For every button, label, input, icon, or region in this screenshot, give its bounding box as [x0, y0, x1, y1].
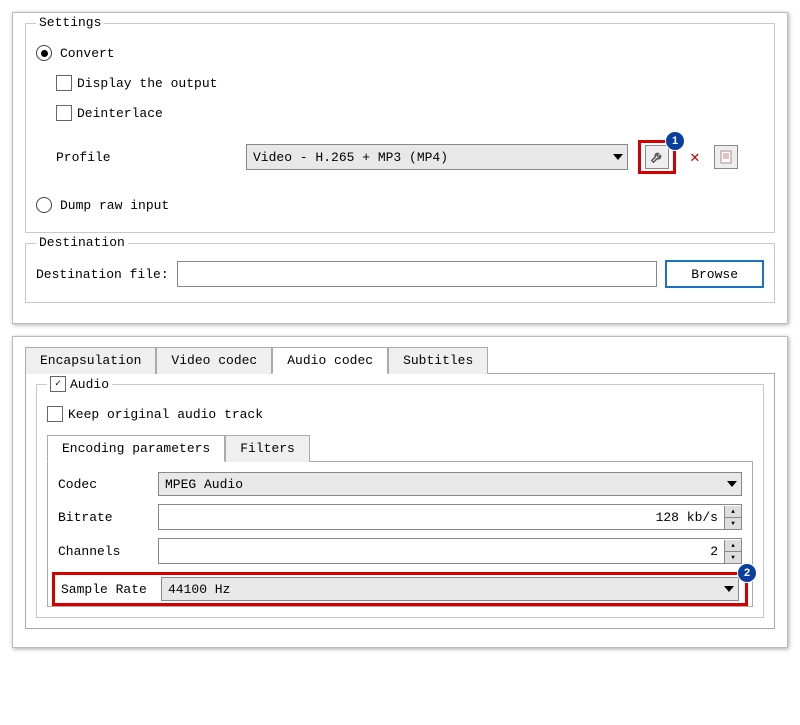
- keep-original-label: Keep original audio track: [68, 407, 263, 422]
- browse-button[interactable]: Browse: [665, 260, 764, 288]
- codec-label: Codec: [58, 477, 158, 492]
- settings-panel: Settings Convert Display the output Dein…: [12, 12, 788, 324]
- dump-raw-label: Dump raw input: [60, 198, 169, 213]
- channels-label: Channels: [58, 544, 158, 559]
- channels-input[interactable]: 2 ▲▼: [158, 538, 742, 564]
- tab-encapsulation[interactable]: Encapsulation: [25, 347, 156, 374]
- bitrate-up[interactable]: ▲: [725, 506, 741, 518]
- profile-select[interactable]: Video - H.265 + MP3 (MP4): [246, 144, 628, 170]
- bitrate-value: 128 kb/s: [165, 510, 724, 525]
- annotation-highlight-1: 1: [638, 140, 676, 174]
- audio-legend: ✓ Audio: [47, 376, 112, 392]
- wrench-button[interactable]: [645, 145, 669, 169]
- convert-label: Convert: [60, 46, 115, 61]
- subtab-filters[interactable]: Filters: [225, 435, 310, 462]
- annotation-highlight-2: 2 Sample Rate 44100 Hz: [52, 572, 748, 606]
- display-output-label: Display the output: [77, 76, 217, 91]
- new-profile-button[interactable]: [714, 145, 738, 169]
- keep-original-checkbox[interactable]: [47, 406, 63, 422]
- chevron-down-icon: [613, 154, 623, 160]
- chevron-down-icon: [727, 481, 737, 487]
- deinterlace-label: Deinterlace: [77, 106, 163, 121]
- samplerate-value: 44100 Hz: [168, 582, 230, 597]
- profile-label: Profile: [56, 150, 236, 165]
- channels-up[interactable]: ▲: [725, 540, 741, 552]
- profile-value: Video - H.265 + MP3 (MP4): [253, 150, 448, 165]
- encoding-parameters-pane: Codec MPEG Audio Bitrate 128 kb/s ▲▼ Cha…: [47, 462, 753, 607]
- codec-select[interactable]: MPEG Audio: [158, 472, 742, 496]
- convert-radio[interactable]: [36, 45, 52, 61]
- dump-raw-radio[interactable]: [36, 197, 52, 213]
- bitrate-down[interactable]: ▼: [725, 518, 741, 529]
- wrench-icon: [650, 150, 664, 164]
- tab-video-codec[interactable]: Video codec: [156, 347, 272, 374]
- samplerate-label: Sample Rate: [61, 582, 161, 597]
- annotation-badge-1: 1: [665, 131, 685, 151]
- annotation-badge-2: 2: [737, 563, 757, 583]
- document-icon: [720, 150, 732, 164]
- codec-value: MPEG Audio: [165, 477, 243, 492]
- audio-codec-pane: ✓ Audio Keep original audio track Encodi…: [25, 374, 775, 629]
- chevron-down-icon: [724, 586, 734, 592]
- destination-file-label: Destination file:: [36, 267, 169, 282]
- subtab-encoding[interactable]: Encoding parameters: [47, 435, 225, 462]
- audio-checkbox[interactable]: ✓: [50, 376, 66, 392]
- tab-audio-codec[interactable]: Audio codec: [272, 347, 388, 374]
- channels-down[interactable]: ▼: [725, 552, 741, 563]
- bitrate-label: Bitrate: [58, 510, 158, 525]
- destination-file-input[interactable]: [177, 261, 658, 287]
- audio-label: Audio: [70, 377, 109, 392]
- audio-group: ✓ Audio Keep original audio track Encodi…: [36, 384, 764, 618]
- tab-subtitles[interactable]: Subtitles: [388, 347, 488, 374]
- channels-value: 2: [165, 544, 724, 559]
- samplerate-select[interactable]: 44100 Hz: [161, 577, 739, 601]
- profile-edit-panel: Encapsulation Video codec Audio codec Su…: [12, 336, 788, 648]
- main-tabs: Encapsulation Video codec Audio codec Su…: [25, 347, 775, 374]
- bitrate-input[interactable]: 128 kb/s ▲▼: [158, 504, 742, 530]
- display-output-checkbox[interactable]: [56, 75, 72, 91]
- settings-group: Settings Convert Display the output Dein…: [25, 23, 775, 233]
- delete-profile-button[interactable]: ✕: [686, 147, 704, 167]
- deinterlace-checkbox[interactable]: [56, 105, 72, 121]
- settings-legend: Settings: [36, 15, 104, 30]
- destination-legend: Destination: [36, 235, 128, 250]
- destination-group: Destination Destination file: Browse: [25, 243, 775, 303]
- sub-tabs: Encoding parameters Filters: [47, 435, 753, 462]
